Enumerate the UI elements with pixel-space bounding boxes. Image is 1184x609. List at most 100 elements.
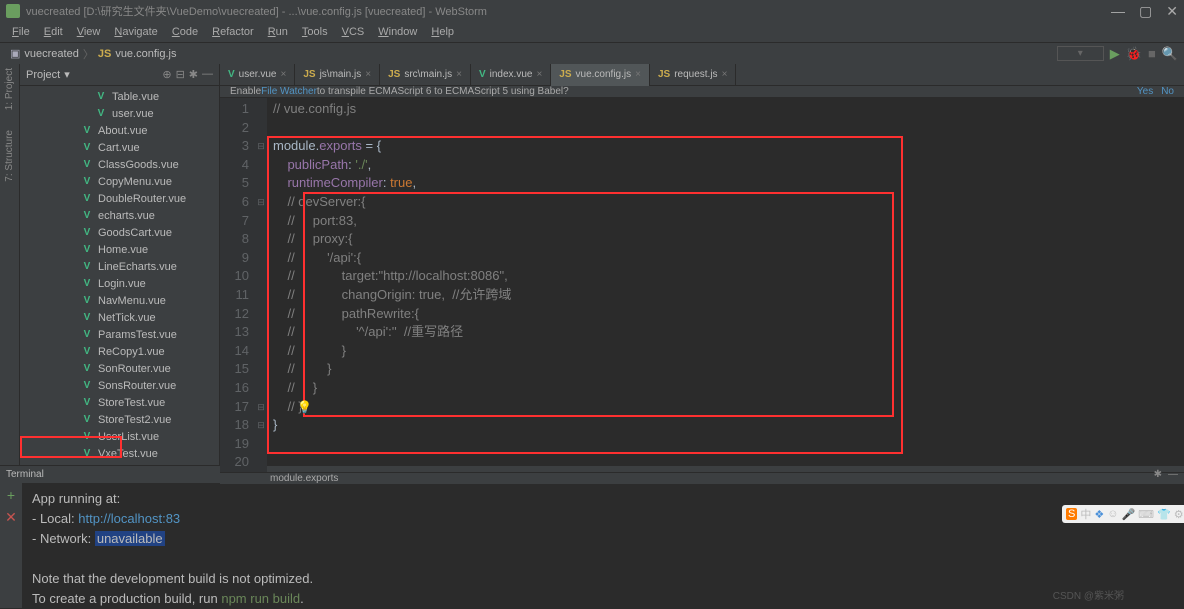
menu-navigate[interactable]: Navigate xyxy=(108,24,163,40)
config-dropdown[interactable]: ▾ xyxy=(1057,46,1104,61)
tree-item[interactable]: VClassGoods.vue xyxy=(20,156,219,173)
file-icon: V xyxy=(94,91,108,103)
left-toolwindow-bar: 1: Project 7: Structure xyxy=(0,64,20,465)
tree-item[interactable]: VUserList.vue xyxy=(20,428,219,445)
menu-edit[interactable]: Edit xyxy=(38,24,69,40)
search-icon[interactable]: 🔍 xyxy=(1162,46,1178,62)
editor-tab[interactable]: JSrequest.js× xyxy=(650,64,736,86)
file-icon: V xyxy=(80,363,94,375)
tree-item[interactable]: VSonsRouter.vue xyxy=(20,377,219,394)
menu-window[interactable]: Window xyxy=(372,24,423,40)
tree-item[interactable]: VLineEcharts.vue xyxy=(20,258,219,275)
editor-tab[interactable]: JSvue.config.js× xyxy=(551,64,650,86)
close-icon[interactable]: ✕ xyxy=(1166,3,1178,20)
tree-item[interactable]: VCopyMenu.vue xyxy=(20,173,219,190)
project-panel: Project ▾ ⊕ ⊟ ✱ — VTable.vueVuser.vueVAb… xyxy=(20,64,220,465)
tree-item[interactable]: VAbout.vue xyxy=(20,122,219,139)
editor-tab[interactable]: Vindex.vue× xyxy=(471,64,551,86)
tree-item[interactable]: VLogin.vue xyxy=(20,275,219,292)
new-session-icon[interactable]: + xyxy=(7,487,15,503)
file-icon: V xyxy=(80,193,94,205)
tree-item[interactable]: VNavMenu.vue xyxy=(20,292,219,309)
file-icon: V xyxy=(80,227,94,239)
file-icon: V xyxy=(80,142,94,154)
hint-bar: Enable File Watcher to transpile ECMAScr… xyxy=(220,86,1184,98)
hide-icon[interactable]: — xyxy=(202,68,213,81)
close-tab-icon[interactable]: × xyxy=(280,69,286,80)
file-icon: V xyxy=(80,397,94,409)
file-icon: V xyxy=(80,278,94,290)
file-icon: V xyxy=(80,329,94,341)
editor-tab[interactable]: Vuser.vue× xyxy=(220,64,295,86)
code-area[interactable]: 1234567891011121314151617181920 ⊟⊟⊟⊟ 💡 /… xyxy=(220,98,1184,472)
menu-vcs[interactable]: VCS xyxy=(336,24,371,40)
close-tab-icon[interactable]: × xyxy=(365,69,371,80)
file-icon: V xyxy=(80,312,94,324)
tree-item[interactable]: VTable.vue xyxy=(20,88,219,105)
select-icon[interactable]: ⊟ xyxy=(176,68,185,81)
editor-tabs: Vuser.vue×JSjs\main.js×JSsrc\main.js×Vin… xyxy=(220,64,1184,86)
tree-item[interactable]: VReCopy1.vue xyxy=(20,343,219,360)
menubar: FileEditViewNavigateCodeRefactorRunTools… xyxy=(0,22,1184,42)
debug-icon[interactable]: 🐞 xyxy=(1126,46,1142,62)
run-icon[interactable]: ▶ xyxy=(1110,46,1120,62)
terminal[interactable]: + ✕ App running at:- Local: http://local… xyxy=(0,483,1184,608)
window-title: vuecreated [D:\研究生文件夹\VueDemo\vuecreated… xyxy=(26,3,487,19)
close-tab-icon[interactable]: × xyxy=(722,69,728,80)
file-icon: V xyxy=(80,431,94,443)
hint-no[interactable]: No xyxy=(1161,86,1174,97)
watermark: CSDN @紫米粥 xyxy=(1053,587,1124,602)
settings-icon[interactable]: ✱ xyxy=(189,68,198,81)
file-icon: V xyxy=(80,380,94,392)
close-tab-icon[interactable]: × xyxy=(536,69,542,80)
tab-project[interactable]: 1: Project xyxy=(4,68,15,110)
intention-bulb-icon[interactable]: 💡 xyxy=(297,398,312,416)
tab-structure[interactable]: 7: Structure xyxy=(4,130,15,182)
file-icon: V xyxy=(80,244,94,256)
close-tab-icon[interactable]: × xyxy=(635,69,641,80)
menu-run[interactable]: Run xyxy=(262,24,294,40)
breadcrumb-bar: ▣vuecreated 〉 JSvue.config.js ▾ ▶ 🐞 ■ 🔍 xyxy=(0,42,1184,64)
menu-refactor[interactable]: Refactor xyxy=(206,24,260,40)
fold-gutter[interactable]: ⊟⊟⊟⊟ xyxy=(255,98,267,472)
menu-tools[interactable]: Tools xyxy=(296,24,334,40)
file-icon: V xyxy=(80,448,94,460)
hint-yes[interactable]: Yes xyxy=(1137,86,1153,97)
line-gutter: 1234567891011121314151617181920 xyxy=(220,98,255,472)
minimize-icon[interactable]: — xyxy=(1111,3,1125,20)
editor-tab[interactable]: JSsrc\main.js× xyxy=(380,64,471,86)
ime-toolbar[interactable]: S 中❖ ☺🎤⌨👕⚙ xyxy=(1062,505,1184,523)
tree-item[interactable]: VParamsTest.vue xyxy=(20,326,219,343)
breadcrumb[interactable]: JSvue.config.js xyxy=(94,48,181,60)
tree-item[interactable]: VDoubleRouter.vue xyxy=(20,190,219,207)
editor-tab[interactable]: JSjs\main.js× xyxy=(295,64,380,86)
file-icon: V xyxy=(80,295,94,307)
file-icon: V xyxy=(80,159,94,171)
tree-item[interactable]: VCart.vue xyxy=(20,139,219,156)
tree-item[interactable]: VStoreTest2.vue xyxy=(20,411,219,428)
menu-view[interactable]: View xyxy=(71,24,107,40)
close-session-icon[interactable]: ✕ xyxy=(5,509,17,526)
file-tree[interactable]: VTable.vueVuser.vueVAbout.vueVCart.vueVC… xyxy=(20,86,219,465)
tree-item[interactable]: VStoreTest.vue xyxy=(20,394,219,411)
breadcrumb[interactable]: ▣vuecreated xyxy=(6,47,83,60)
menu-code[interactable]: Code xyxy=(166,24,204,40)
menu-file[interactable]: File xyxy=(6,24,36,40)
menu-help[interactable]: Help xyxy=(425,24,460,40)
file-icon: V xyxy=(80,210,94,222)
maximize-icon[interactable]: ▢ xyxy=(1139,3,1152,20)
collapse-icon[interactable]: ⊕ xyxy=(162,68,171,81)
file-icon: V xyxy=(80,414,94,426)
editor: Vuser.vue×JSjs\main.js×JSsrc\main.js×Vin… xyxy=(220,64,1184,465)
tree-item[interactable]: VHome.vue xyxy=(20,241,219,258)
tree-item[interactable]: VApp.vue xyxy=(20,462,219,465)
file-watcher-link[interactable]: File Watcher xyxy=(261,86,317,97)
tree-item[interactable]: Vuser.vue xyxy=(20,105,219,122)
tree-item[interactable]: VVxeTest.vue xyxy=(20,445,219,462)
tree-item[interactable]: VNetTick.vue xyxy=(20,309,219,326)
tree-item[interactable]: VSonRouter.vue xyxy=(20,360,219,377)
tree-item[interactable]: Vecharts.vue xyxy=(20,207,219,224)
close-tab-icon[interactable]: × xyxy=(456,69,462,80)
tree-item[interactable]: VGoodsCart.vue xyxy=(20,224,219,241)
stop-icon[interactable]: ■ xyxy=(1148,46,1156,61)
